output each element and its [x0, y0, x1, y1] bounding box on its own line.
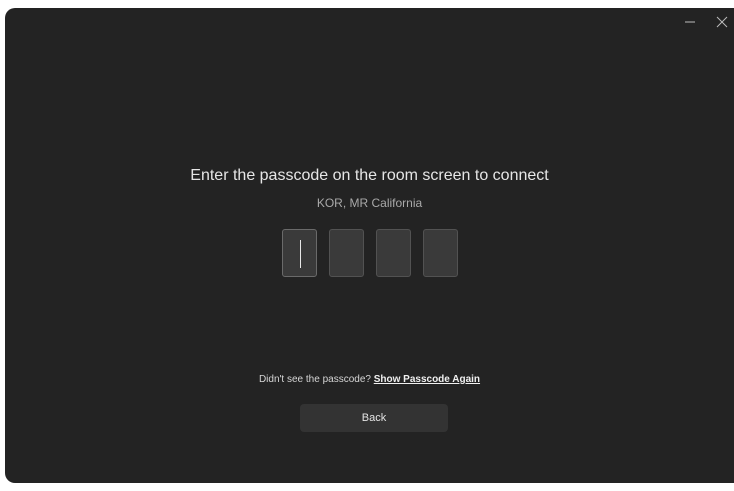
passcode-digit-3[interactable] — [376, 229, 411, 277]
text-cursor — [300, 240, 301, 268]
show-passcode-again-link[interactable]: Show Passcode Again — [374, 374, 480, 385]
passcode-digit-1[interactable] — [282, 229, 317, 277]
passcode-hint: Didn't see the passcode? Show Passcode A… — [5, 373, 734, 387]
close-icon — [716, 16, 728, 28]
minimize-button[interactable] — [679, 11, 701, 33]
room-name: KOR, MR California — [316, 196, 423, 210]
minimize-icon — [685, 21, 695, 23]
passcode-digit-4[interactable] — [423, 229, 458, 277]
back-button[interactable]: Back — [300, 404, 448, 432]
app-window: Enter the passcode on the room screen to… — [5, 8, 734, 483]
close-button[interactable] — [711, 11, 733, 33]
passcode-digit-2[interactable] — [329, 229, 364, 277]
hint-text: Didn't see the passcode? — [258, 374, 374, 385]
passcode-input-group — [282, 229, 458, 277]
page-title: Enter the passcode on the room screen to… — [190, 167, 549, 184]
